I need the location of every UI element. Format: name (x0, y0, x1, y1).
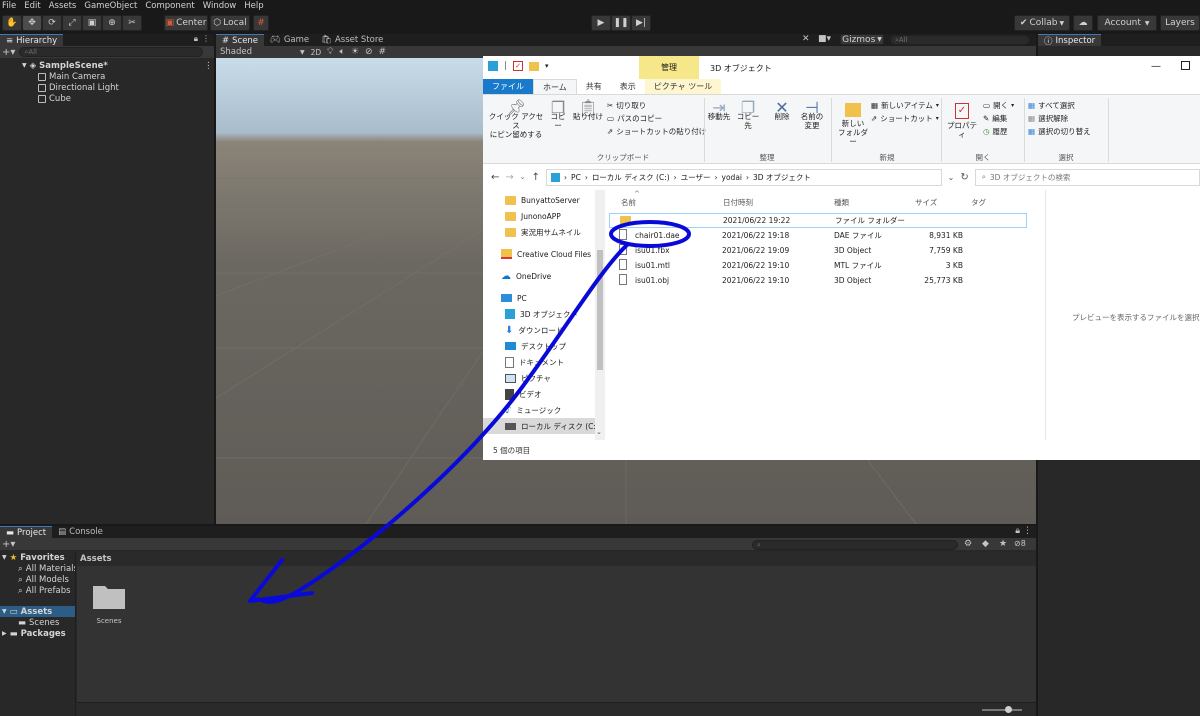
annotation-arrow-head (248, 558, 314, 603)
annotation-overlay (248, 220, 691, 604)
annotation-circle (609, 220, 691, 248)
annotation-arrow-line (250, 242, 630, 604)
